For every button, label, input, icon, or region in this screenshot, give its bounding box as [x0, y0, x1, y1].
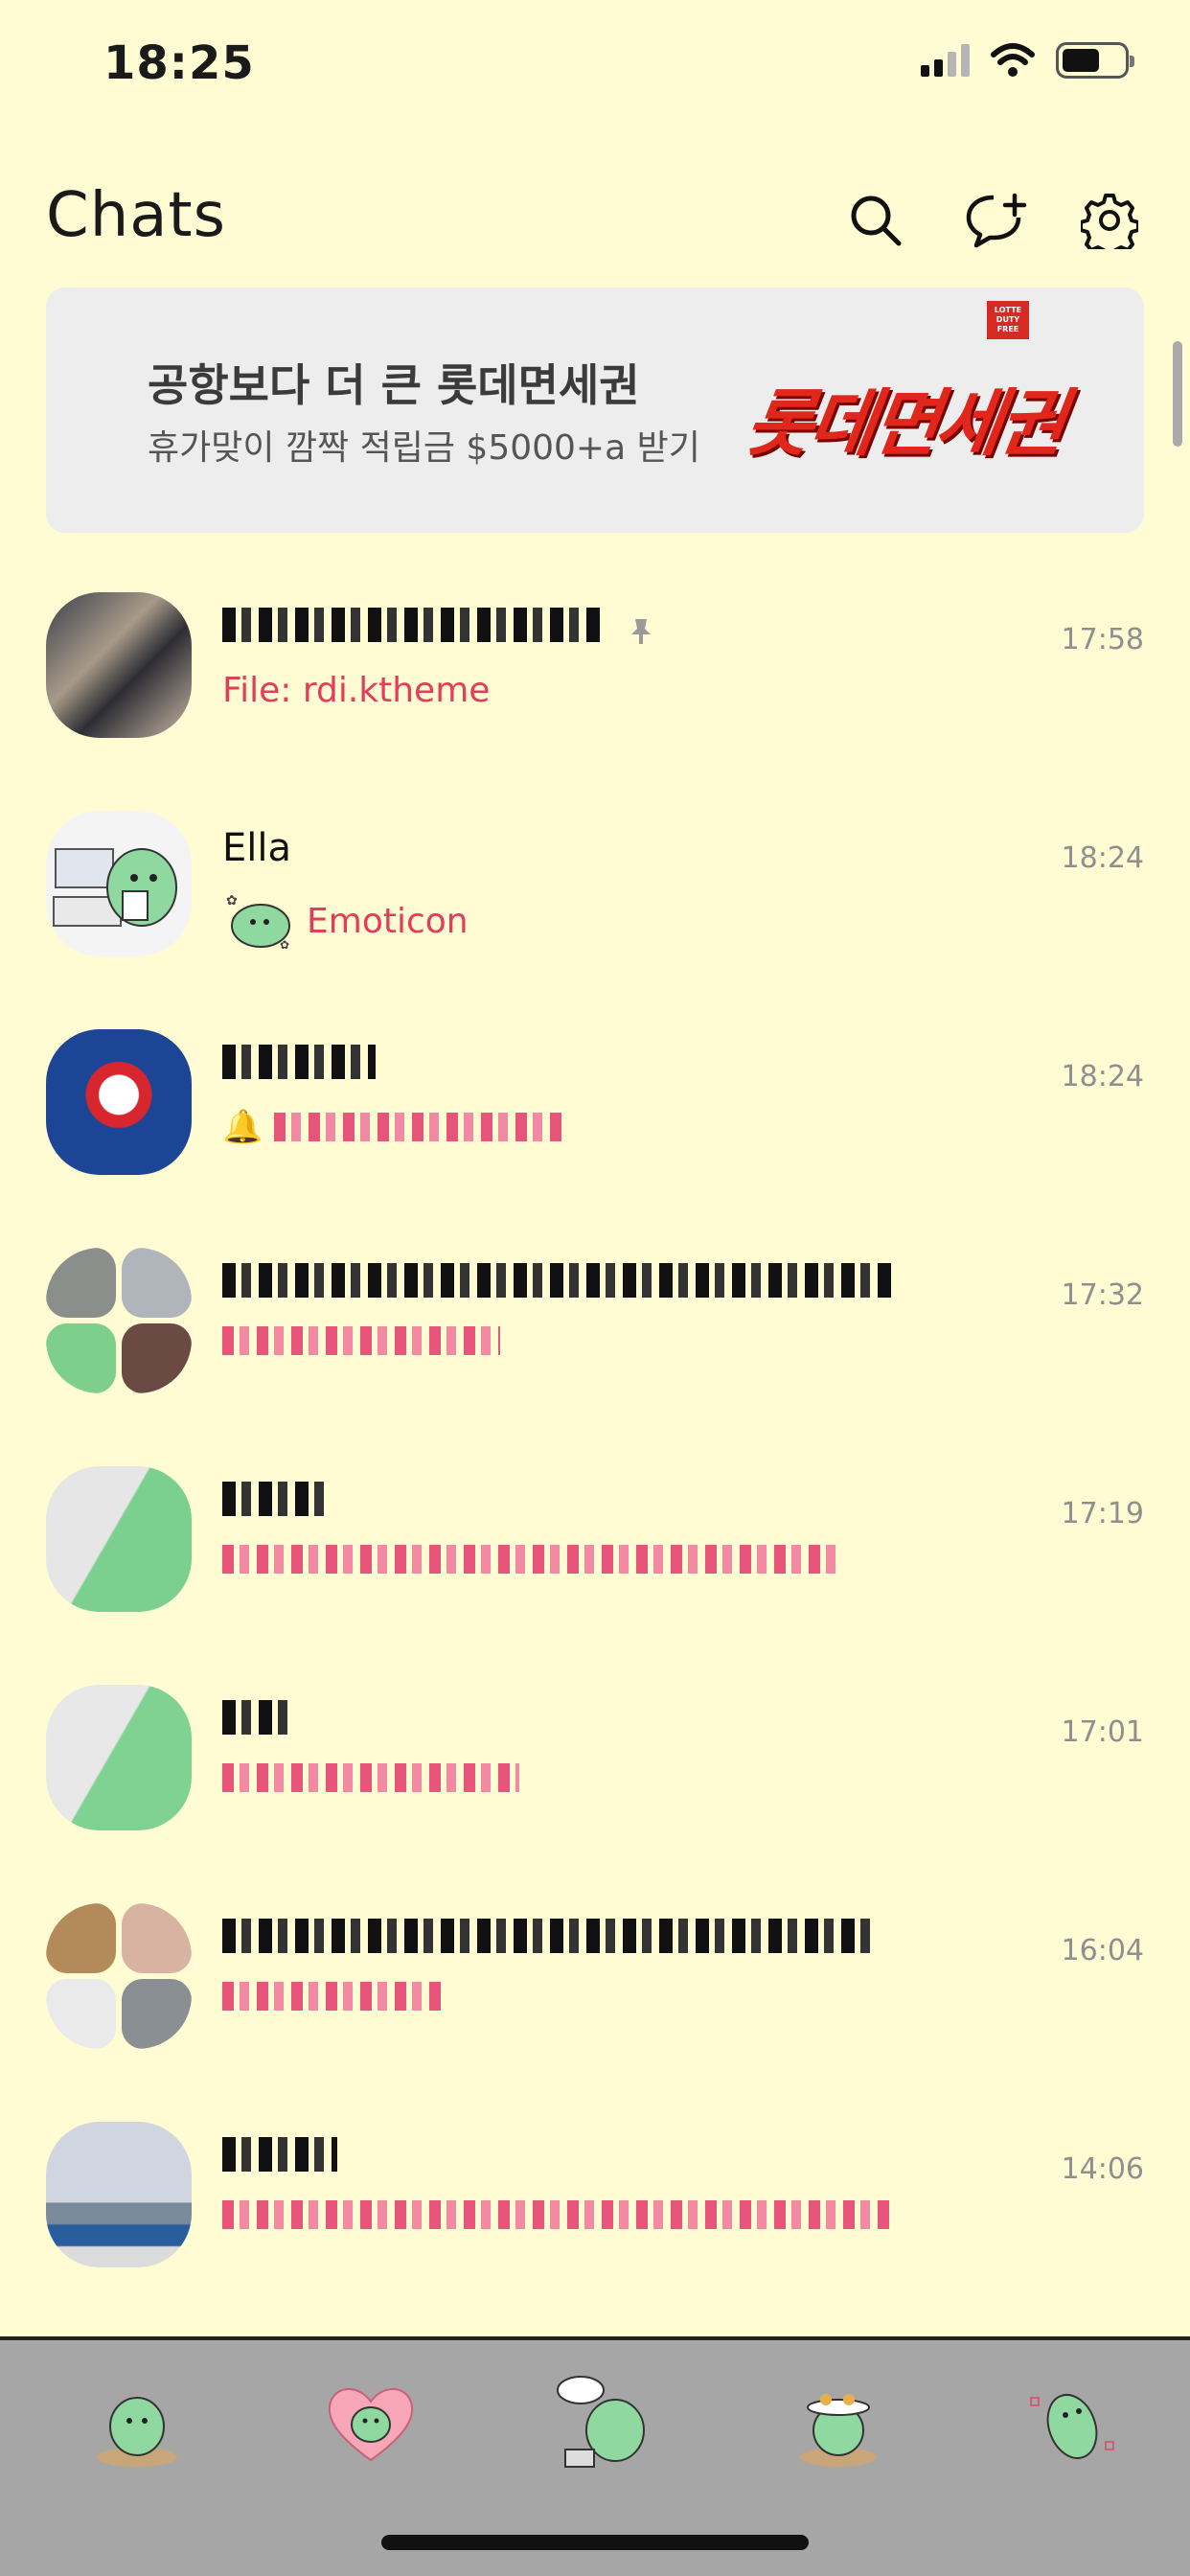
chat-preview	[222, 1763, 519, 1792]
wifi-icon	[991, 43, 1035, 77]
new-chat-button[interactable]	[958, 182, 1035, 259]
chat-preview: ✿ ✿ Emoticon	[222, 889, 469, 953]
group-avatar	[46, 1903, 192, 2049]
new-chat-icon	[966, 193, 1027, 248]
redacted-name	[222, 1045, 376, 1079]
avatar	[46, 1466, 192, 1612]
redacted-name	[222, 2137, 337, 2172]
chat-row[interactable]: 16:04	[0, 1880, 1190, 2099]
ad-logo: 롯데면세권	[740, 380, 1068, 466]
chat-row[interactable]: 17:19	[0, 1443, 1190, 1662]
tab-more[interactable]	[1010, 2359, 1134, 2484]
ad-brand-badge: LOTTE DUTY FREE	[987, 301, 1029, 339]
chat-name	[222, 1263, 893, 1307]
bell-icon: 🔔	[222, 1108, 263, 1146]
redacted-name	[222, 1482, 328, 1516]
chat-row[interactable]: 🔔 18:24	[0, 1006, 1190, 1225]
chats-tab-icon	[328, 2388, 414, 2462]
svg-text:✿: ✿	[280, 938, 289, 952]
chat-name	[222, 2137, 337, 2181]
chat-row[interactable]: 17:01	[0, 1662, 1190, 1880]
shopping-tab-icon	[800, 2394, 877, 2467]
chat-name	[222, 1045, 376, 1089]
chat-preview	[222, 1545, 835, 1574]
ad-headline: 공항보다 더 큰 롯데면세권	[148, 359, 640, 411]
chat-name	[222, 608, 654, 652]
dinosaur-character-icon	[53, 848, 177, 927]
status-time: 18:25	[103, 36, 255, 90]
chat-preview	[222, 1326, 500, 1355]
tab-shopping[interactable]	[776, 2359, 901, 2484]
avatar	[46, 2122, 192, 2267]
redacted-preview	[222, 1763, 519, 1792]
ad-badge-line: LOTTE	[994, 306, 1022, 314]
ad-badge-line: FREE	[996, 325, 1019, 334]
chat-preview: File: rdi.ktheme	[222, 671, 491, 710]
home-indicator[interactable]	[381, 2535, 809, 2550]
ad-banner[interactable]: 공항보다 더 큰 롯데면세권 휴가맞이 깜짝 적립금 $5000+a 받기 LO…	[46, 288, 1144, 533]
gear-icon	[1081, 194, 1138, 249]
avatar	[46, 811, 192, 956]
chat-row[interactable]: 14:06	[0, 2099, 1190, 2317]
redacted-preview	[222, 1982, 443, 2011]
redacted-preview	[222, 2200, 893, 2229]
battery-icon	[1056, 42, 1134, 79]
avatar	[46, 1029, 192, 1175]
chat-time: 17:32	[1061, 1278, 1144, 1312]
view-tab-icon	[557, 2376, 645, 2468]
avatar	[46, 1685, 192, 1830]
chat-time: 16:04	[1061, 1934, 1144, 1967]
chat-preview	[222, 2200, 893, 2229]
redacted-preview	[222, 1545, 835, 1574]
emoticon-label: Emoticon	[307, 901, 469, 941]
chat-time: 17:19	[1061, 1497, 1144, 1530]
friends-tab-icon	[97, 2397, 177, 2467]
redacted-name	[222, 608, 606, 642]
svg-text:✿: ✿	[226, 893, 238, 908]
avatar	[46, 592, 192, 738]
more-tab-icon	[1030, 2394, 1114, 2459]
chat-preview	[222, 1982, 443, 2011]
ad-subline: 휴가맞이 깜짝 적립금 $5000+a 받기	[148, 428, 700, 468]
redacted-name	[222, 1263, 893, 1298]
status-bar: 18:25	[0, 0, 1190, 134]
chat-row[interactable]: 17:32	[0, 1225, 1190, 1443]
search-button[interactable]	[837, 182, 914, 259]
chat-name	[222, 1700, 289, 1744]
redacted-name	[222, 1700, 289, 1735]
chat-time: 17:58	[1061, 623, 1144, 656]
chat-time: 17:01	[1061, 1715, 1144, 1749]
chat-preview: 🔔	[222, 1108, 562, 1146]
chat-row[interactable]: Ella ✿ ✿ Emoticon 18:24	[0, 788, 1190, 1006]
emoticon-dinosaur-icon: ✿ ✿	[226, 893, 290, 952]
redacted-name	[222, 1919, 874, 1953]
scrollbar[interactable]	[1173, 341, 1182, 447]
chat-row[interactable]: File: rdi.ktheme 17:58	[0, 569, 1190, 788]
pin-icon	[630, 619, 651, 644]
chat-time: 18:24	[1061, 841, 1144, 875]
chat-name: Ella	[222, 826, 292, 870]
chats-header: Chats	[0, 172, 1190, 278]
chat-time: 18:24	[1061, 1060, 1144, 1093]
tab-friends[interactable]	[75, 2359, 199, 2484]
redacted-preview	[274, 1113, 562, 1141]
tab-view[interactable]	[542, 2359, 667, 2484]
group-avatar	[46, 1248, 192, 1393]
ad-badge-line: DUTY	[995, 315, 1020, 324]
redacted-preview	[222, 1326, 500, 1355]
page-title: Chats	[46, 180, 226, 251]
tab-chats[interactable]	[309, 2359, 433, 2484]
settings-button[interactable]	[1071, 182, 1148, 259]
status-icons	[921, 42, 1134, 79]
chat-time: 14:06	[1061, 2152, 1144, 2186]
chat-name	[222, 1482, 328, 1526]
cellular-signal-icon	[921, 44, 970, 77]
chat-name	[222, 1919, 874, 1963]
search-icon	[851, 196, 902, 246]
